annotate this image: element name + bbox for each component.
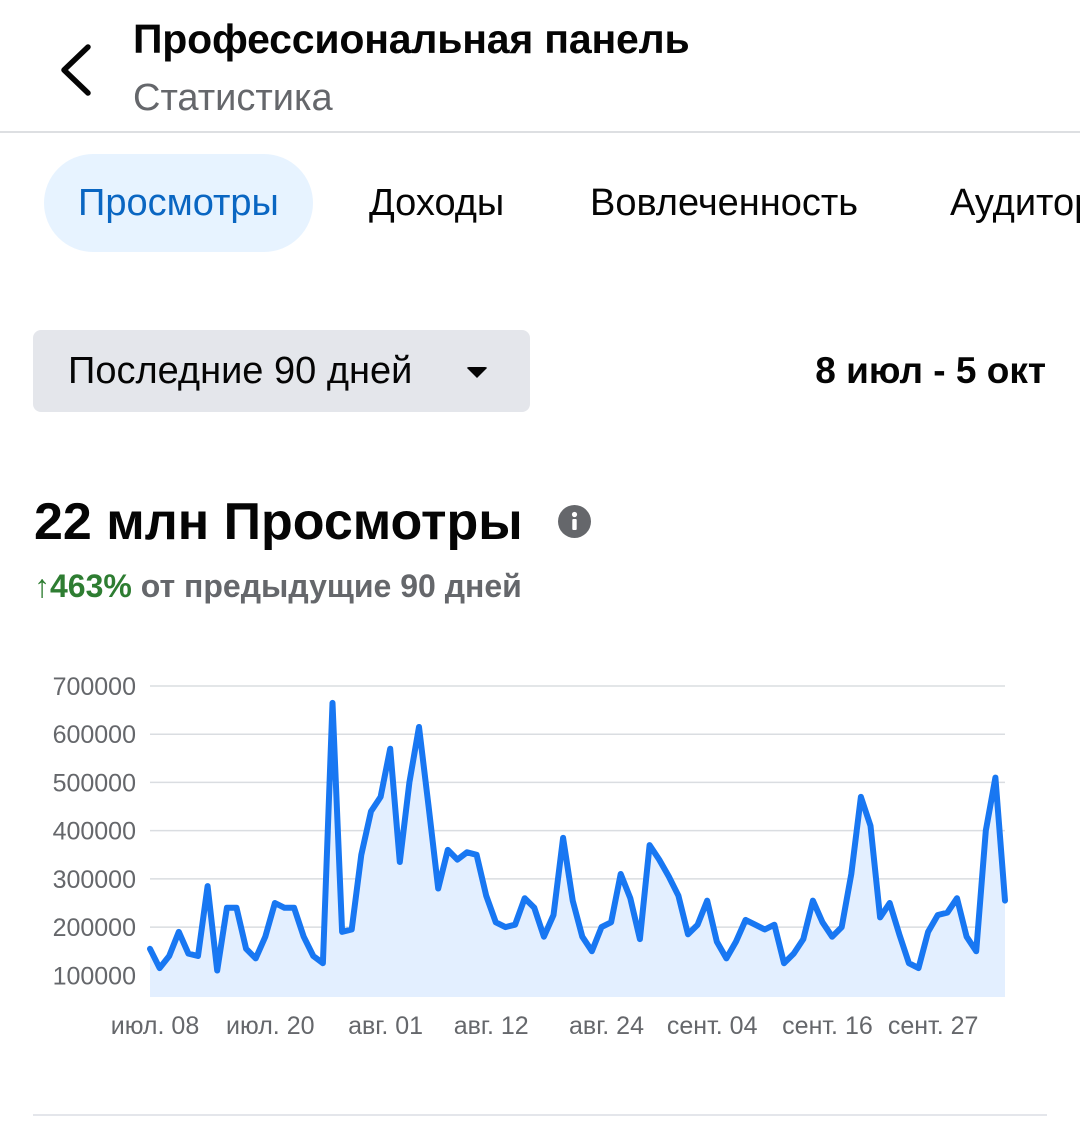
tab-audience[interactable]: Аудитория bbox=[950, 154, 1080, 252]
info-icon[interactable] bbox=[558, 505, 591, 538]
metric-total: 22 млн Просмотры bbox=[34, 493, 523, 551]
page-subtitle: Статистика bbox=[133, 77, 333, 119]
y-tick-label: 500000 bbox=[53, 769, 136, 797]
x-tick-label: сент. 04 bbox=[667, 1012, 758, 1040]
y-tick-label: 700000 bbox=[53, 673, 136, 701]
x-tick-label: сент. 16 bbox=[782, 1012, 873, 1040]
date-range-label: Последние 90 дней bbox=[68, 349, 413, 392]
caret-down-icon bbox=[466, 367, 488, 378]
tab-engagement[interactable]: Вовлеченность bbox=[590, 154, 858, 252]
y-tick-label: 300000 bbox=[53, 866, 136, 894]
change-arrow: ↑ bbox=[34, 568, 50, 604]
y-tick-label: 100000 bbox=[53, 962, 136, 990]
metric-change: ↑463% от предыдущие 90 дней bbox=[34, 568, 522, 605]
date-range-text: 8 июл - 5 окт bbox=[815, 350, 1046, 391]
x-tick-label: июл. 20 bbox=[226, 1012, 314, 1040]
divider bbox=[33, 1114, 1047, 1116]
change-text: от предыдущие 90 дней bbox=[140, 568, 522, 604]
tab-views[interactable]: Просмотры bbox=[44, 154, 313, 252]
tab-income[interactable]: Доходы bbox=[369, 154, 504, 252]
tab-bar: Просмотры Доходы Вовлеченность Аудитория bbox=[0, 150, 1080, 260]
x-tick-label: июл. 08 bbox=[111, 1012, 199, 1040]
x-tick-label: авг. 24 bbox=[569, 1012, 644, 1040]
x-tick-label: сент. 27 bbox=[888, 1012, 979, 1040]
page-title: Профессиональная панель bbox=[133, 16, 690, 62]
date-range-dropdown[interactable]: Последние 90 дней bbox=[33, 330, 530, 412]
chevron-left-icon bbox=[61, 44, 91, 96]
y-tick-label: 200000 bbox=[53, 914, 136, 942]
x-tick-label: авг. 01 bbox=[348, 1012, 423, 1040]
app-header: Профессиональная панель Статистика bbox=[0, 0, 1080, 133]
x-tick-label: авг. 12 bbox=[454, 1012, 529, 1040]
change-percent: 463% bbox=[50, 568, 132, 604]
views-area bbox=[150, 702, 1005, 997]
back-button[interactable] bbox=[40, 30, 112, 110]
views-chart: 100000 200000 300000 400000 500000 600000 7000… bbox=[53, 673, 1008, 1040]
y-tick-label: 600000 bbox=[53, 721, 136, 749]
y-tick-label: 400000 bbox=[53, 818, 136, 846]
